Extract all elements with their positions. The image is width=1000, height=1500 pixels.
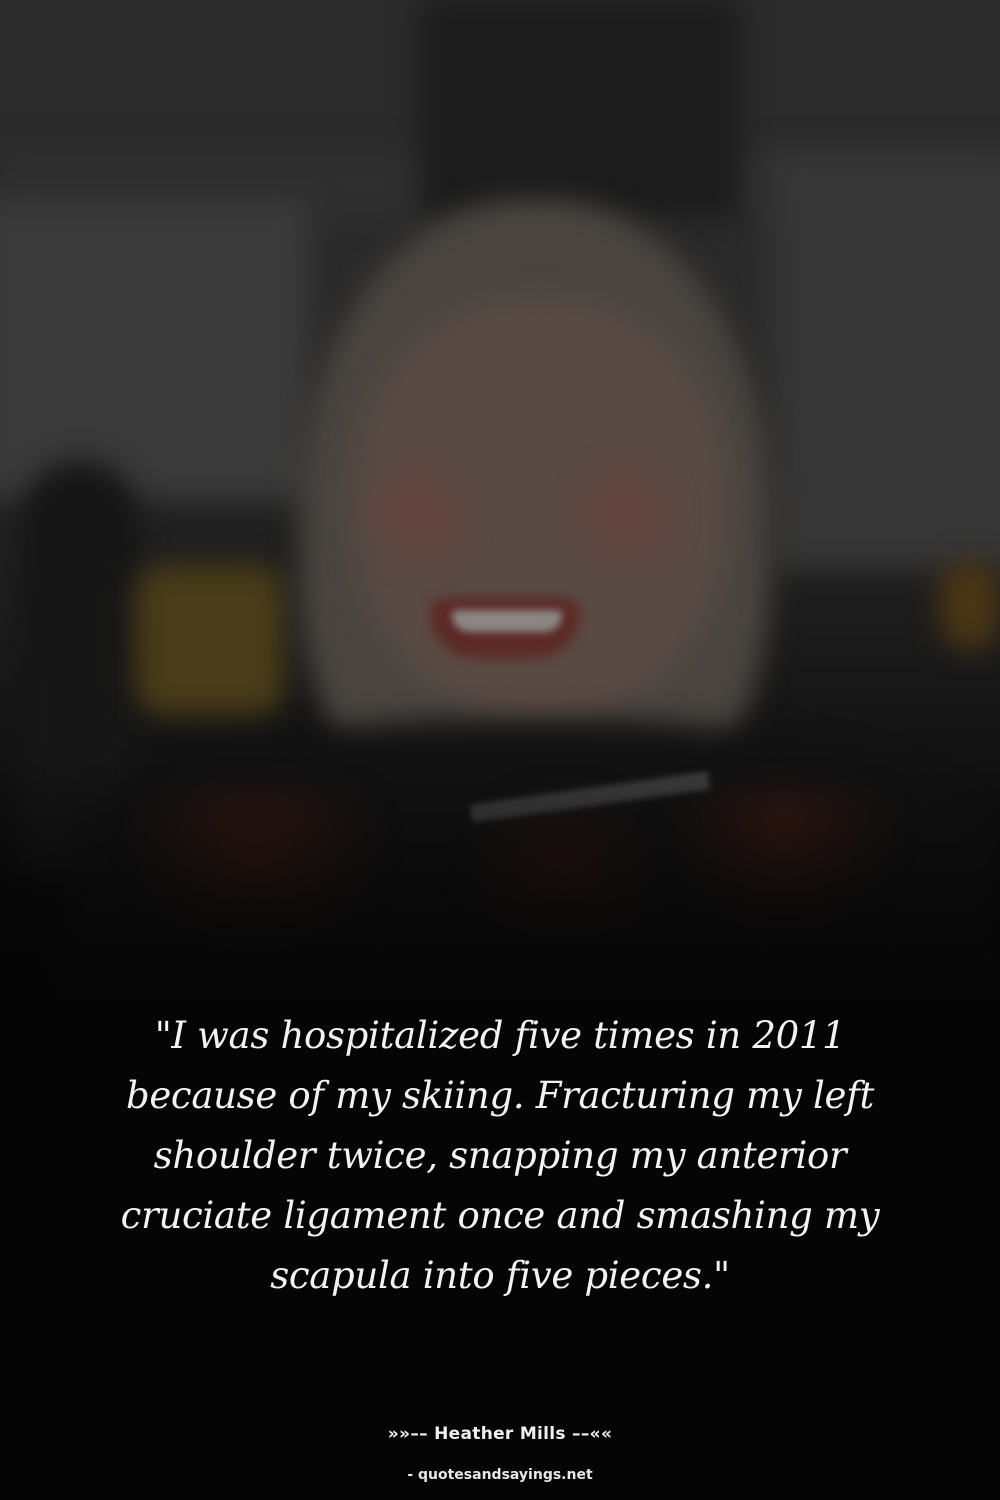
photo-window-left-blur — [0, 200, 310, 500]
quote-author: »»–– Heather Mills ––«« — [387, 1424, 613, 1444]
photo-teeth — [452, 610, 562, 632]
photo-right-cheek — [580, 470, 670, 560]
photo-yellow-blur — [135, 565, 285, 715]
quote-source: - quotesandsayings.net — [407, 1467, 593, 1483]
photo-left-cheek — [375, 470, 465, 560]
photo-orange-blur — [940, 560, 1000, 650]
quote-text: "I was hospitalized five times in 2011 b… — [120, 1014, 880, 1297]
photo-window-right-blur — [770, 150, 1000, 570]
quote-poster: "I was hospitalized five times in 2011 b… — [0, 0, 1000, 1500]
photo-bottom-fade — [0, 760, 1000, 1020]
photo-dark-pillar-blur — [420, 0, 740, 220]
